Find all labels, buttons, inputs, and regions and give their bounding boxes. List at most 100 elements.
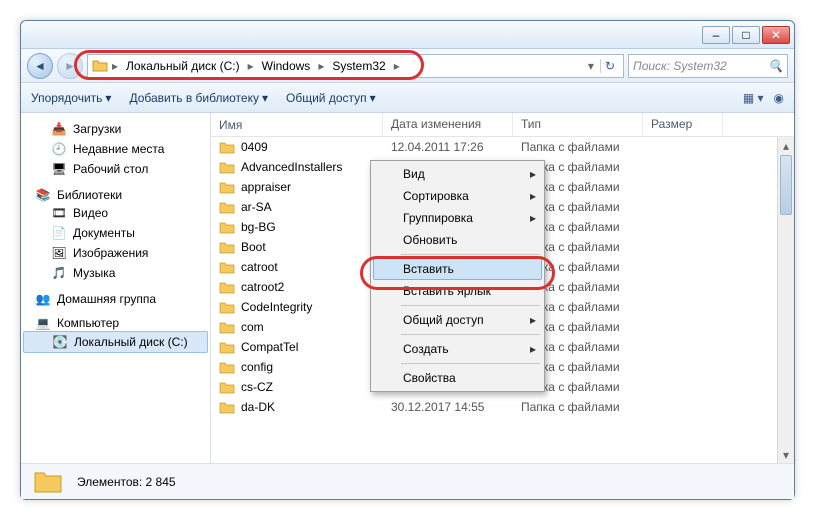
- add-to-library-button[interactable]: Добавить в библиотеку ▾: [129, 91, 268, 105]
- sidebar: 📥Загрузки 🕘Недавние места 🖥Рабочий стол …: [21, 113, 211, 463]
- chevron-right-icon: ▸: [392, 59, 402, 73]
- libraries-icon: 📚: [35, 187, 51, 203]
- file-name: ar-SA: [241, 200, 272, 214]
- column-type[interactable]: Тип: [513, 113, 643, 136]
- column-date[interactable]: Дата изменения: [383, 113, 513, 136]
- status-bar: Элементов: 2 845: [21, 463, 794, 499]
- organize-button[interactable]: Упорядочить ▾: [31, 91, 111, 105]
- scroll-down-icon[interactable]: ▾: [778, 446, 794, 463]
- refresh-icon[interactable]: ↻: [600, 59, 619, 73]
- sidebar-item-desktop[interactable]: 🖥Рабочий стол: [23, 159, 208, 179]
- desktop-icon: 🖥: [51, 161, 67, 177]
- file-name: 0409: [241, 140, 268, 154]
- file-name: catroot: [241, 260, 278, 274]
- titlebar: – □ ✕: [21, 21, 794, 49]
- sidebar-item-downloads[interactable]: 📥Загрузки: [23, 119, 208, 139]
- chevron-right-icon: ▸: [530, 342, 536, 356]
- column-size[interactable]: Размер: [643, 113, 723, 136]
- separator: [401, 334, 540, 335]
- scroll-thumb[interactable]: [780, 155, 792, 215]
- ctx-paste-shortcut[interactable]: Вставить ярлык: [373, 280, 542, 302]
- table-row[interactable]: da-DK 30.12.2017 14:55Папка с файлами: [211, 397, 794, 417]
- ctx-refresh[interactable]: Обновить: [373, 229, 542, 251]
- sidebar-item-drive-c[interactable]: 💽Локальный диск (C:): [23, 331, 208, 353]
- sidebar-homegroup[interactable]: 👥Домашняя группа: [23, 291, 208, 307]
- forward-button[interactable]: ►: [57, 53, 83, 79]
- minimize-button[interactable]: –: [702, 26, 730, 44]
- column-name[interactable]: Имя: [211, 113, 383, 136]
- address-bar[interactable]: ▸ Локальный диск (C:) ▸ Windows ▸ System…: [87, 54, 624, 78]
- file-name: AdvancedInstallers: [241, 160, 342, 174]
- sidebar-item-documents[interactable]: 📄Документы: [23, 223, 208, 243]
- chevron-right-icon: ▸: [530, 313, 536, 327]
- chevron-right-icon: ▸: [530, 167, 536, 181]
- sidebar-item-pictures[interactable]: 🖼Изображения: [23, 243, 208, 263]
- downloads-icon: 📥: [51, 121, 67, 137]
- view-mode-button[interactable]: ▦ ▾: [743, 91, 764, 105]
- file-date: 30.12.2017 14:55: [383, 399, 513, 415]
- scrollbar[interactable]: ▴ ▾: [777, 137, 794, 463]
- chevron-right-icon: ▸: [530, 211, 536, 225]
- file-name: da-DK: [241, 400, 275, 414]
- breadcrumb-windows[interactable]: Windows: [258, 57, 315, 75]
- ctx-share[interactable]: Общий доступ▸: [373, 309, 542, 331]
- back-button[interactable]: ◄: [27, 53, 53, 79]
- table-row[interactable]: 0409 12.04.2011 17:26Папка с файлами: [211, 137, 794, 157]
- search-icon: 🔍: [768, 59, 783, 73]
- chevron-right-icon: ▸: [246, 59, 256, 73]
- video-icon: 🎞: [51, 205, 67, 221]
- folder-icon: [92, 58, 108, 74]
- ctx-view[interactable]: Вид▸: [373, 163, 542, 185]
- file-type: Папка с файлами: [513, 399, 643, 415]
- chevron-right-icon: ▸: [110, 59, 120, 73]
- maximize-button[interactable]: □: [732, 26, 760, 44]
- homegroup-icon: 👥: [35, 291, 51, 307]
- search-placeholder: Поиск: System32: [633, 59, 727, 73]
- separator: [401, 363, 540, 364]
- recent-icon: 🕘: [51, 141, 67, 157]
- sidebar-item-recent[interactable]: 🕘Недавние места: [23, 139, 208, 159]
- chevron-right-icon: ▸: [316, 59, 326, 73]
- pictures-icon: 🖼: [51, 245, 67, 261]
- file-name: cs-CZ: [241, 380, 273, 394]
- sidebar-item-video[interactable]: 🎞Видео: [23, 203, 208, 223]
- search-input[interactable]: Поиск: System32 🔍: [628, 54, 788, 78]
- file-name: CompatTel: [241, 340, 298, 354]
- ctx-properties[interactable]: Свойства: [373, 367, 542, 389]
- file-name: appraiser: [241, 180, 291, 194]
- file-name: bg-BG: [241, 220, 276, 234]
- music-icon: 🎵: [51, 265, 67, 281]
- file-name: Boot: [241, 240, 266, 254]
- nav-bar: ◄ ► ▸ Локальный диск (C:) ▸ Windows ▸ Sy…: [21, 49, 794, 83]
- breadcrumb-drive[interactable]: Локальный диск (C:): [122, 57, 244, 75]
- sidebar-item-music[interactable]: 🎵Музыка: [23, 263, 208, 283]
- scroll-up-icon[interactable]: ▴: [778, 137, 794, 154]
- share-button[interactable]: Общий доступ ▾: [286, 91, 376, 105]
- ctx-paste[interactable]: Вставить: [373, 258, 542, 280]
- toolbar: Упорядочить ▾ Добавить в библиотеку ▾ Об…: [21, 83, 794, 113]
- file-name: catroot2: [241, 280, 284, 294]
- status-count: Элементов: 2 845: [77, 475, 176, 489]
- ctx-sort[interactable]: Сортировка▸: [373, 185, 542, 207]
- file-date: 12.04.2011 17:26: [383, 139, 513, 155]
- documents-icon: 📄: [51, 225, 67, 241]
- sidebar-libraries-header[interactable]: 📚Библиотеки: [23, 187, 208, 203]
- file-name: CodeIntegrity: [241, 300, 312, 314]
- column-headers: Имя Дата изменения Тип Размер: [211, 113, 794, 137]
- separator: [401, 305, 540, 306]
- folder-icon: [33, 469, 63, 495]
- help-icon[interactable]: ◉: [774, 91, 784, 105]
- sidebar-computer[interactable]: 💻Компьютер: [23, 315, 208, 331]
- ctx-new[interactable]: Создать▸: [373, 338, 542, 360]
- file-type: Папка с файлами: [513, 139, 643, 155]
- separator: [401, 254, 540, 255]
- ctx-group[interactable]: Группировка▸: [373, 207, 542, 229]
- file-name: com: [241, 320, 264, 334]
- dropdown-icon[interactable]: ▾: [584, 59, 598, 73]
- chevron-right-icon: ▸: [530, 189, 536, 203]
- computer-icon: 💻: [35, 315, 51, 331]
- drive-icon: 💽: [52, 334, 68, 350]
- breadcrumb-system32[interactable]: System32: [328, 57, 389, 75]
- file-name: config: [241, 360, 273, 374]
- close-button[interactable]: ✕: [762, 26, 790, 44]
